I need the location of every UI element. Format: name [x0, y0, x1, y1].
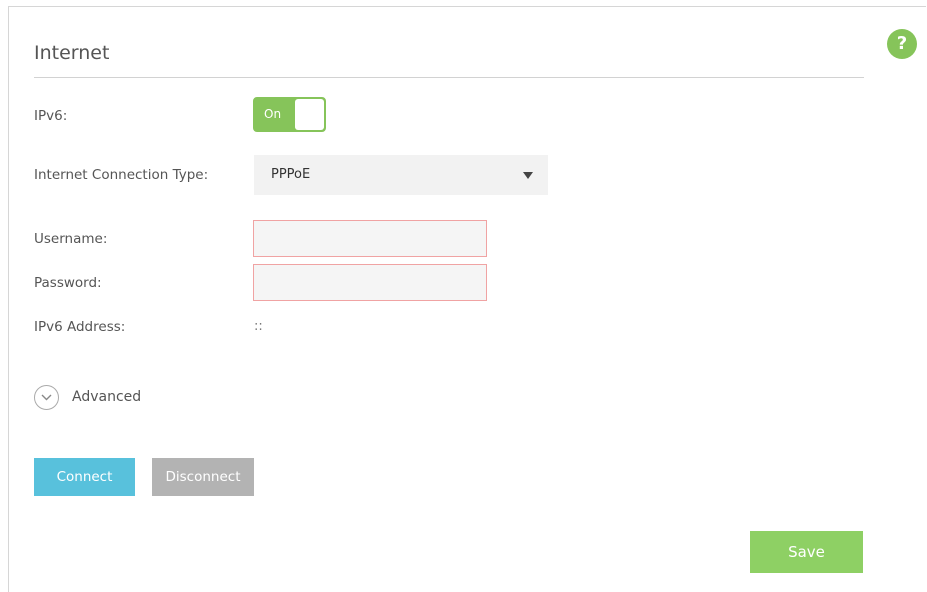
disconnect-button[interactable]: Disconnect: [152, 458, 254, 496]
save-button[interactable]: Save: [750, 531, 863, 573]
section-title: Internet: [34, 42, 110, 64]
toggle-on-text: On: [264, 107, 282, 121]
connection-type-value: PPPoE: [271, 167, 311, 182]
ipv6-address-label: IPv6 Address:: [34, 319, 126, 335]
ipv6-toggle[interactable]: On: [253, 97, 326, 132]
connection-type-select[interactable]: PPPoE: [254, 155, 548, 195]
connection-type-label: Internet Connection Type:: [34, 167, 209, 183]
caret-down-icon: [523, 172, 533, 179]
ipv6-label: IPv6:: [34, 108, 68, 124]
toggle-knob: [295, 99, 324, 130]
username-field[interactable]: [253, 220, 487, 257]
password-field[interactable]: [253, 264, 487, 301]
ipv6-address-value: ::: [254, 319, 263, 334]
advanced-label: Advanced: [72, 389, 142, 405]
title-divider: [34, 77, 864, 78]
help-icon[interactable]: ?: [887, 29, 917, 59]
username-label: Username:: [34, 231, 108, 247]
connect-button[interactable]: Connect: [34, 458, 135, 496]
password-label: Password:: [34, 275, 102, 291]
chevron-down-circle-icon: [34, 385, 59, 410]
